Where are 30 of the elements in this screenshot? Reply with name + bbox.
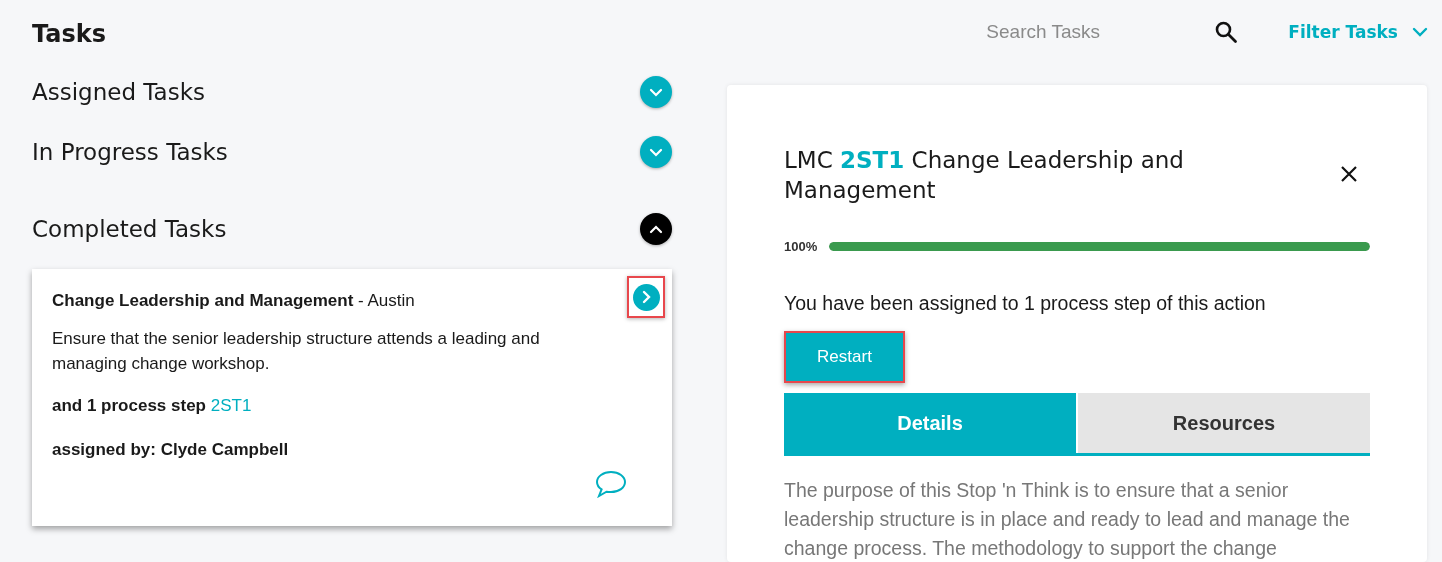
progress-percent: 100% (784, 239, 818, 254)
section-title: Assigned Tasks (32, 79, 205, 105)
close-icon[interactable] (1340, 165, 1358, 183)
section-title: In Progress Tasks (32, 139, 228, 165)
task-title: Change Leadership and Management - Austin (52, 291, 415, 311)
assigned-by-text: assigned by: Clyde Campbell (52, 440, 290, 460)
search-field[interactable]: Search Tasks (986, 21, 1187, 43)
restart-button[interactable]: Restart (784, 331, 905, 383)
chevron-down-icon (1412, 27, 1428, 37)
chevron-right-icon (641, 290, 651, 304)
details-text: The purpose of this Stop 'n Think is to ensure that a senior leadership structure is in place and ready to lead and manage the change process. The methodology to support the change (784, 478, 1351, 561)
tab[interactable]: Details (784, 393, 1076, 453)
chevron-down-icon (649, 87, 663, 97)
chevron-up-icon (649, 224, 663, 234)
toggle-button[interactable] (640, 136, 672, 168)
toggle-button[interactable] (640, 213, 672, 245)
open-task-button[interactable] (627, 276, 665, 318)
toggle-button[interactable] (640, 76, 672, 108)
search-icon[interactable] (1214, 20, 1239, 44)
section-title: Completed Tasks (32, 216, 227, 242)
tab[interactable]: Resources (1078, 393, 1370, 453)
assignment-message: You have been assigned to 1 process step of this action (784, 292, 1267, 315)
chevron-down-icon (649, 147, 663, 157)
process-step-text: and 1 process step 2ST1 (52, 396, 253, 416)
step-code-link[interactable]: 2ST1 (210, 396, 252, 415)
page-title: Tasks (32, 19, 107, 50)
comment-icon[interactable] (595, 470, 627, 498)
filter-dropdown[interactable]: Filter Tasks (1288, 22, 1428, 42)
detail-title: LMC 2ST1 Change Leadership and Management (784, 146, 1185, 205)
task-description: Ensure that the senior leadership structure attends a leading and managing change workshop. (52, 328, 541, 375)
